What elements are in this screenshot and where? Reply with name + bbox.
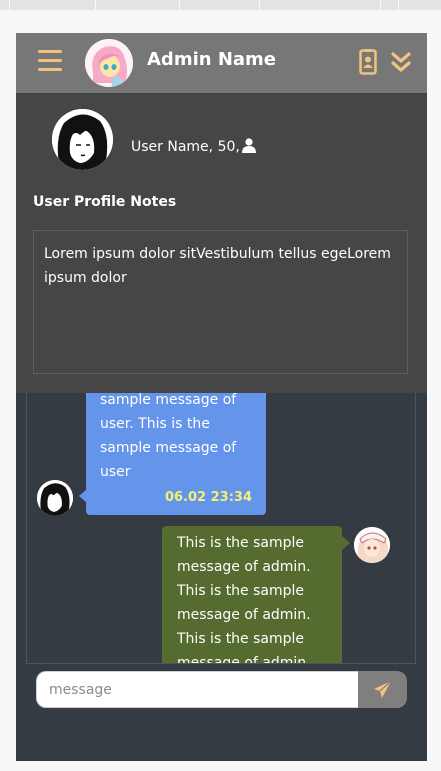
admin-bubble-tail [342, 536, 350, 550]
chat-panel: Admin Name User Name, 50, User Profile N… [16, 33, 427, 761]
double-chevron-down-icon[interactable] [391, 52, 411, 74]
message-line: This is the sample [177, 583, 305, 599]
message-line: message of admin. [177, 607, 311, 623]
user-bubble-tail [79, 489, 87, 503]
message-timestamp: 06.02 23:34 [164, 490, 252, 505]
profile-notes-field[interactable]: Lorem ipsum dolor sitVestibulum tellus e… [33, 230, 408, 374]
header-bar: Admin Name [16, 33, 427, 93]
menu-icon[interactable] [38, 50, 62, 74]
message-line: message of admin. [177, 559, 311, 575]
send-icon [374, 680, 392, 698]
browser-top-strip [0, 0, 441, 10]
message-line: message of admin. [177, 655, 311, 664]
admin-name: Admin Name [147, 49, 276, 70]
send-button[interactable] [358, 671, 407, 708]
contact-card-icon[interactable] [359, 49, 377, 75]
chat-admin-avatar [354, 527, 390, 563]
admin-message-bubble: This is the sample message of admin. Thi… [162, 526, 342, 664]
message-composer [36, 671, 407, 708]
user-avatar[interactable] [52, 109, 113, 170]
user-icon [241, 138, 256, 153]
chat-messages[interactable]: sample message of user. This is the samp… [26, 393, 416, 664]
message-line: This is the sample [177, 631, 305, 647]
user-info: User Name, 50, [131, 138, 256, 155]
notes-label: User Profile Notes [33, 194, 177, 210]
message-line: sample message of [100, 440, 237, 456]
message-line: This is the sample [177, 535, 305, 551]
user-profile-section: User Name, 50, User Profile Notes Lorem … [16, 93, 427, 393]
admin-avatar[interactable] [85, 39, 133, 87]
message-line: sample message of [100, 393, 237, 408]
message-line: user. This is the [100, 416, 210, 432]
message-line: user [100, 464, 131, 480]
user-info-text: User Name, 50, [131, 139, 240, 155]
user-message-bubble: sample message of user. This is the samp… [86, 393, 266, 515]
message-input[interactable] [36, 671, 358, 708]
chat-user-avatar [37, 480, 73, 516]
